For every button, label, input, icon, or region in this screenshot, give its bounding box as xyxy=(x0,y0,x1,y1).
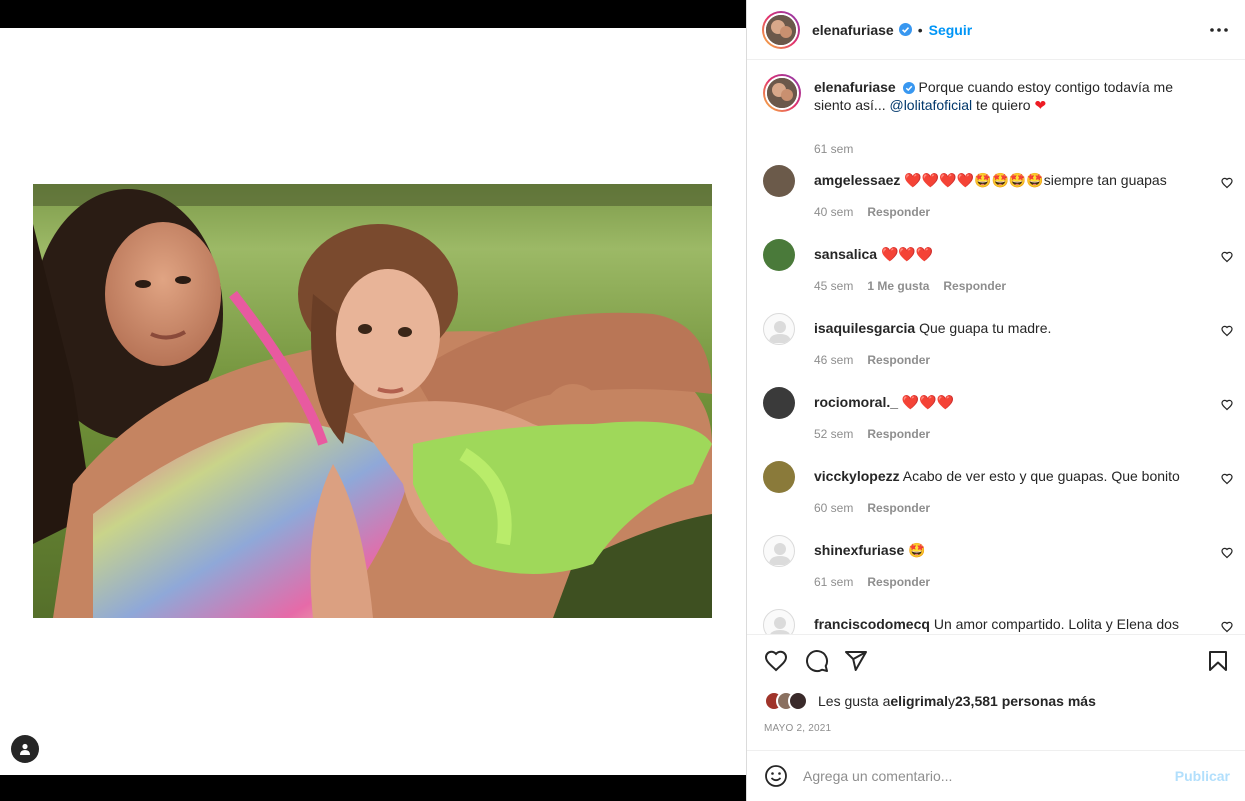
author-avatar[interactable] xyxy=(762,10,800,49)
post-media-panel xyxy=(0,0,746,801)
likes-middle: y xyxy=(947,693,955,709)
likes-user[interactable]: eligrimal xyxy=(890,693,948,709)
comment-composer: Publicar xyxy=(747,750,1245,801)
comment-item: isaquilesgarcia Que guapa tu madre. 46 se… xyxy=(763,313,1233,373)
commenter-username[interactable]: sansalica xyxy=(814,246,877,262)
comment-like-heart-icon[interactable] xyxy=(1221,177,1233,189)
reply-button[interactable]: Responder xyxy=(867,501,930,515)
instagram-post-modal: elenafuriase • Seguir elenafuriase Porqu… xyxy=(0,0,1245,801)
comment-emoji: ❤️❤️❤️ xyxy=(901,394,955,410)
comment-text: siempre tan guapas xyxy=(1043,172,1167,188)
comment-item: franciscodomecq Un amor compartido. Loli… xyxy=(763,609,1233,634)
share-paper-plane-icon[interactable] xyxy=(844,649,868,673)
comment-time[interactable]: 40 sem xyxy=(814,205,853,219)
commenter-username[interactable]: isaquilesgarcia xyxy=(814,320,915,336)
post-photo[interactable] xyxy=(33,184,712,618)
post-date[interactable]: MAYO 2, 2021 xyxy=(764,723,831,734)
more-options-icon[interactable] xyxy=(1210,18,1228,42)
comment-emoji: ❤️❤️❤️ xyxy=(880,246,934,262)
comment-item: sansalica ❤️❤️❤️ 45 sem 1 Me gusta Responde… xyxy=(763,239,1233,299)
comment-time[interactable]: 52 sem xyxy=(814,427,853,441)
comment-emoji: 🤩 xyxy=(908,542,926,558)
liker-avatar xyxy=(788,691,808,711)
user-icon xyxy=(20,743,30,755)
comment-emoji: ❤️❤️❤️❤️🤩🤩🤩🤩 xyxy=(904,172,1044,188)
caption-author-avatar[interactable] xyxy=(763,74,801,112)
verified-badge-icon xyxy=(898,23,912,36)
default-avatar-icon xyxy=(770,617,790,634)
save-bookmark-icon[interactable] xyxy=(1206,649,1230,673)
comment-text: Que guapa tu madre. xyxy=(919,320,1052,336)
comment-like-heart-icon[interactable] xyxy=(1221,547,1233,559)
reply-button[interactable]: Responder xyxy=(867,575,930,589)
commenter-avatar[interactable] xyxy=(763,387,795,419)
commenter-username[interactable]: franciscodomecq xyxy=(814,616,930,632)
verified-badge-icon xyxy=(902,82,915,95)
comment-item: vicckylopezz Acabo de ver esto y que gua… xyxy=(763,461,1233,521)
red-heart-emoji: ❤ xyxy=(1034,97,1047,113)
commenter-username[interactable]: amgelessaez xyxy=(814,172,900,188)
comment-item: rociomoral._ ❤️❤️❤️ 52 sem Responder xyxy=(763,387,1233,447)
post-caption: elenafuriase Porque cuando estoy contigo… xyxy=(763,74,1233,156)
comment-like-heart-icon[interactable] xyxy=(1221,399,1233,411)
commenter-avatar[interactable] xyxy=(763,461,795,493)
tagged-users-button[interactable] xyxy=(11,735,39,763)
comment-text: Acabo de ver esto y que guapas. Que boni… xyxy=(902,468,1180,484)
post-actions: Les gusta a eligrimal y 23,581 personas … xyxy=(747,634,1245,750)
commenter-username[interactable]: vicckylopezz xyxy=(814,468,900,484)
commenter-username[interactable]: rociomoral._ xyxy=(814,394,898,410)
comment-likes-count[interactable]: 1 Me gusta xyxy=(867,279,929,293)
commenter-avatar[interactable] xyxy=(763,165,795,197)
comment-time[interactable]: 46 sem xyxy=(814,353,853,367)
follow-button[interactable]: Seguir xyxy=(929,22,973,38)
separator-dot: • xyxy=(917,21,923,38)
commenter-avatar[interactable] xyxy=(763,239,795,271)
comment-time[interactable]: 61 sem xyxy=(814,575,853,589)
default-avatar-icon xyxy=(769,543,791,565)
comment-text: Un amor compartido. Lolita y Elena dos xyxy=(933,616,1179,632)
reply-button[interactable]: Responder xyxy=(943,279,1006,293)
comment-time[interactable]: 60 sem xyxy=(814,501,853,515)
reply-button[interactable]: Responder xyxy=(867,205,930,219)
caption-time[interactable]: 61 sem xyxy=(814,142,853,156)
comment-time[interactable]: 45 sem xyxy=(814,279,853,293)
post-header: elenafuriase • Seguir xyxy=(747,0,1245,60)
caption-mention[interactable]: @lolitafoficial xyxy=(889,97,972,113)
comment-item: amgelessaez ❤️❤️❤️❤️🤩🤩🤩🤩siempre tan guap… xyxy=(763,165,1233,225)
default-avatar-icon xyxy=(769,321,791,343)
author-username[interactable]: elenafuriase xyxy=(812,22,894,38)
comment-like-heart-icon[interactable] xyxy=(1221,473,1233,485)
likes-summary: Les gusta a eligrimal y 23,581 personas … xyxy=(764,691,1096,711)
comment-bubble-icon[interactable] xyxy=(805,649,829,673)
reply-button[interactable]: Responder xyxy=(867,353,930,367)
comments-list[interactable]: elenafuriase Porque cuando estoy contigo… xyxy=(747,61,1245,634)
commenter-username[interactable]: shinexfuriase xyxy=(814,542,904,558)
comment-input[interactable] xyxy=(803,765,1163,787)
commenter-avatar[interactable] xyxy=(763,313,795,345)
publish-button[interactable]: Publicar xyxy=(1175,768,1230,784)
caption-text-end: te quiero xyxy=(972,97,1035,113)
commenter-avatar[interactable] xyxy=(763,535,795,567)
likes-prefix: Les gusta a xyxy=(818,693,891,709)
liker-avatars[interactable] xyxy=(764,691,808,711)
post-sidebar: elenafuriase • Seguir elenafuriase Porqu… xyxy=(746,0,1245,801)
reply-button[interactable]: Responder xyxy=(867,427,930,441)
bottom-letterbox xyxy=(0,775,746,801)
caption-username[interactable]: elenafuriase xyxy=(814,79,896,95)
comment-like-heart-icon[interactable] xyxy=(1221,621,1233,633)
comment-like-heart-icon[interactable] xyxy=(1221,251,1233,263)
like-heart-icon[interactable] xyxy=(764,649,788,673)
likes-count[interactable]: 23,581 personas más xyxy=(955,693,1096,709)
comment-item: shinexfuriase 🤩 61 sem Responder xyxy=(763,535,1233,595)
emoji-icon[interactable] xyxy=(764,764,788,788)
top-letterbox xyxy=(0,0,746,28)
commenter-avatar[interactable] xyxy=(763,609,795,634)
comment-like-heart-icon[interactable] xyxy=(1221,325,1233,337)
